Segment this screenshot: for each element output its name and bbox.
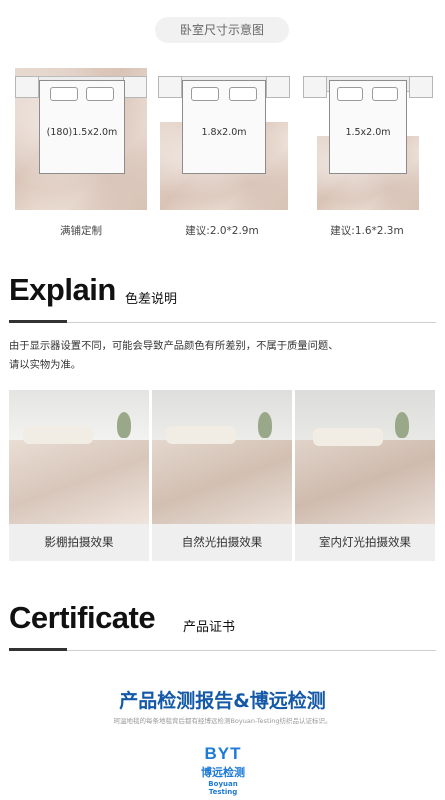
section-title-bedroom-size: 卧室尺寸示意图 bbox=[155, 17, 289, 43]
bedroom-diagram-1-8: 1.8x2.0m bbox=[156, 68, 290, 216]
bedroom-diagram-1-5: 1.5x2.0m bbox=[301, 68, 433, 216]
pillow-left bbox=[191, 87, 219, 101]
nightstand-left bbox=[15, 76, 39, 98]
logo-letters: BYT bbox=[204, 744, 242, 763]
disclaimer-line-1: 由于显示器设置不同，可能会导致产品颜色有所差别，不属于质量问题、 bbox=[9, 340, 339, 352]
logo-chinese-name: 博远检测 bbox=[201, 766, 245, 779]
plant bbox=[117, 412, 131, 438]
certificate-subheading: 产品证书 bbox=[183, 620, 236, 635]
nightstand-left bbox=[158, 76, 182, 98]
photo-label: 室内灯光拍摄效果 bbox=[295, 524, 435, 561]
nightstand-left bbox=[303, 76, 327, 98]
plant bbox=[395, 412, 409, 438]
diagram-caption: 建议:2.0*2.9m bbox=[185, 225, 259, 237]
photo-studio bbox=[9, 390, 149, 524]
nightstand-right bbox=[409, 76, 433, 98]
pillow-left bbox=[50, 87, 78, 101]
report-note: 珂温地毯的每条地毯背后都有经博远检测Boyuan-Testing纺织品认证标识。 bbox=[113, 717, 332, 725]
bed: (180)1.5x2.0m bbox=[39, 80, 125, 174]
divider-accent bbox=[9, 320, 67, 323]
diagram-caption: 建议:1.6*2.3m bbox=[330, 225, 404, 237]
nightstand-right bbox=[266, 76, 290, 98]
pillow-right bbox=[372, 87, 398, 101]
photo-indoor-light bbox=[295, 390, 435, 524]
pillow-right bbox=[229, 87, 257, 101]
photo-natural-light bbox=[152, 390, 292, 524]
disclaimer-line-2: 请以实物为准。 bbox=[9, 359, 82, 371]
photo-label: 自然光拍摄效果 bbox=[152, 524, 292, 561]
bed-size-label: 1.5x2.0m bbox=[345, 127, 391, 138]
sofa bbox=[313, 428, 383, 446]
sofa bbox=[166, 426, 236, 444]
color-disclaimer: 由于显示器设置不同，可能会导致产品颜色有所差别，不属于质量问题、 请以实物为准。 bbox=[9, 337, 434, 375]
pillow-left bbox=[337, 87, 363, 101]
report-title: 产品检测报告&博远检测 bbox=[119, 690, 326, 712]
bed-size-label: 1.8x2.0m bbox=[201, 127, 247, 138]
photo-label: 影棚拍摄效果 bbox=[9, 524, 149, 561]
bedroom-diagram-full: (180)1.5x2.0m bbox=[15, 68, 147, 216]
diagram-caption: 满铺定制 bbox=[60, 225, 102, 237]
divider-accent bbox=[9, 648, 67, 651]
bed: 1.8x2.0m bbox=[182, 80, 266, 174]
pillow-right bbox=[86, 87, 114, 101]
explain-subheading: 色差说明 bbox=[125, 292, 178, 307]
bed-size-label: (180)1.5x2.0m bbox=[46, 127, 118, 138]
explain-heading: Explain bbox=[9, 272, 116, 307]
boyuan-logo: BYT 博远检测 Boyuan Testing bbox=[193, 744, 253, 800]
logo-english-name: Boyuan Testing bbox=[208, 780, 238, 796]
nightstand-right bbox=[123, 76, 147, 98]
divider bbox=[9, 322, 436, 323]
plant bbox=[258, 412, 272, 438]
certificate-heading: Certificate bbox=[9, 600, 156, 635]
bed: 1.5x2.0m bbox=[329, 80, 407, 174]
divider bbox=[9, 650, 436, 651]
sofa bbox=[23, 426, 93, 444]
